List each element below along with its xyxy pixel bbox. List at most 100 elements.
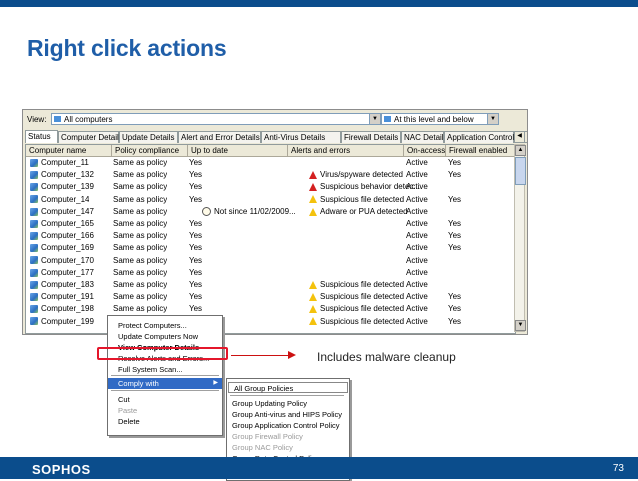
cell-firewall: Yes	[448, 194, 461, 206]
cut-item[interactable]: Cut	[108, 394, 222, 405]
column-header-computer-name[interactable]: Computer name	[26, 145, 112, 156]
cell-text: Yes	[448, 170, 462, 180]
cell-text: Active	[406, 170, 428, 180]
tab-application-control[interactable]: Application Control	[444, 131, 514, 143]
tab-nac-details[interactable]: NAC Details	[401, 131, 448, 143]
delete-item[interactable]: Delete	[108, 416, 222, 427]
cell-text: Same as policy	[113, 158, 168, 167]
cell-uptodate: Yes	[189, 218, 202, 230]
cell-text: Yes	[189, 219, 203, 228]
column-header-on-access[interactable]: On-access	[404, 145, 446, 156]
cell-onaccess: Active	[406, 316, 428, 328]
table-row[interactable]: Computer_191 Same as policy Yes Suspicious …	[26, 291, 515, 303]
submenu-item-group-firewall-policy[interactable]: Group Firewall Policy	[227, 431, 349, 442]
cell-text: Suspicious file detected	[320, 194, 405, 204]
cell-alert: Suspicious file detected	[309, 303, 404, 315]
table-row[interactable]: Computer_165 Same as policy Yes Active Yes	[26, 218, 515, 230]
column-header-firewall-enabled[interactable]: Firewall enabled	[446, 145, 515, 156]
table-row[interactable]: Computer_183 Same as policy Yes Suspicious …	[26, 279, 515, 291]
cell-policy: Same as policy	[113, 242, 167, 254]
cell-text: Active	[406, 267, 428, 277]
scroll-down-icon[interactable]: ▼	[515, 320, 526, 331]
computer-list: Computer name Policy compliance Up to date…	[25, 144, 516, 334]
cell-text: Yes	[189, 280, 203, 289]
menu-separator	[230, 395, 344, 396]
warning-icon	[309, 207, 317, 216]
sophos-logo: SOPHOS	[32, 462, 91, 477]
table-row[interactable]: Computer_139 Same as policy Yes Suspicious …	[26, 181, 515, 193]
view-combobox[interactable]: All computers ▼	[51, 113, 381, 125]
cell-text: Same as policy	[113, 231, 168, 241]
cell-text: Active	[406, 182, 428, 192]
tab-update-details[interactable]: Update Details	[119, 131, 178, 143]
cell-alert: Virus/spyware detected	[309, 169, 403, 181]
cell-uptodate: Yes	[189, 169, 202, 181]
table-row[interactable]: Computer_199Same as policyYesSuspicious …	[26, 316, 515, 328]
cell-policy: Same as policy	[113, 157, 167, 169]
scroll-thumb[interactable]	[515, 157, 526, 185]
scope-combobox[interactable]: At this level and below ▼	[381, 113, 499, 125]
warning-icon	[309, 195, 317, 204]
cell-policy: Same as policy	[113, 194, 167, 206]
column-header-alerts-and-errors[interactable]: Alerts and errors	[288, 145, 404, 156]
cell-name: Computer_11	[30, 157, 89, 169]
cell-text: Computer_191	[41, 292, 94, 302]
chevron-down-icon[interactable]: ▼	[487, 114, 498, 124]
computer-icon	[30, 232, 38, 241]
paste-item[interactable]: Paste	[108, 405, 222, 416]
cell-onaccess: Active	[406, 194, 428, 206]
tab-alert-and-error-details[interactable]: Alert and Error Details	[178, 131, 261, 143]
cell-firewall: Yes	[448, 242, 461, 254]
submenu-arrow-icon: ▶	[213, 380, 218, 386]
cell-onaccess: Active	[406, 279, 428, 291]
cell-text: Same as policy	[113, 255, 168, 265]
chevron-down-icon[interactable]: ▼	[369, 114, 380, 124]
vertical-scrollbar[interactable]: ▲ ▼	[514, 144, 526, 332]
cell-firewall: Yes	[448, 316, 461, 328]
detail-tabs: Status Computer Details Update Details Aler…	[25, 130, 527, 144]
table-row[interactable]: Computer_169 Same as policy Yes Active Yes	[26, 242, 515, 254]
submenu-item-group-updating-policy[interactable]: Group Updating Policy	[227, 398, 349, 409]
cell-text: Computer_14	[41, 194, 90, 204]
cell-policy: Same as policy	[113, 267, 167, 279]
cell-text: Same as policy	[113, 194, 168, 204]
table-row[interactable]: Computer_132 Same as policy Yes Virus/spywa…	[26, 169, 515, 181]
page-number: 73	[612, 463, 624, 474]
cell-uptodate: Yes	[189, 255, 202, 267]
submenu-item-all-group-policies[interactable]: All Group Policies	[228, 382, 348, 393]
column-header-up-to-date[interactable]: Up to date	[188, 145, 288, 156]
tab-scroll-right-icon[interactable]: ▶	[524, 131, 527, 143]
tab-computer-details[interactable]: Computer Details	[58, 131, 123, 143]
cell-text: Active	[406, 158, 428, 167]
callout-annotation: Includes malware cleanup	[317, 350, 456, 364]
comply-with-item[interactable]: Comply with ▶	[108, 378, 222, 389]
table-row[interactable]: Computer_14 Same as policy Yes Suspicious f…	[26, 194, 515, 206]
full-system-scan-item[interactable]: Full System Scan...	[108, 364, 222, 375]
cell-onaccess: Active	[406, 206, 428, 218]
table-row[interactable]: Computer_166 Same as policy Yes Active Yes	[26, 230, 515, 242]
cell-onaccess: Active	[406, 255, 428, 267]
cell-name: Computer_132	[30, 169, 94, 181]
protect-computers-item[interactable]: Protect Computers...	[108, 320, 222, 331]
cell-onaccess: Active	[406, 242, 428, 254]
cell-policy: Same as policy	[113, 303, 167, 315]
table-row[interactable]: Computer_177 Same as policy Yes Active	[26, 267, 515, 279]
table-row[interactable]: Computer_147 Same as policy Not since 11/0…	[26, 206, 515, 218]
tab-firewall-details[interactable]: Firewall Details	[341, 131, 401, 143]
submenu-item-group-anti-virus-and-hips-policy[interactable]: Group Anti-virus and HIPS Policy	[227, 409, 349, 420]
column-header-policy-compliance[interactable]: Policy compliance	[112, 145, 188, 156]
tab-status[interactable]: Status	[25, 130, 58, 143]
scroll-up-icon[interactable]: ▲	[515, 145, 526, 156]
update-computers-now-item[interactable]: Update Computers Now	[108, 331, 222, 342]
table-row[interactable]: Computer_198 Same as policy Yes Suspicious …	[26, 303, 515, 315]
cell-uptodate: Yes	[189, 303, 202, 315]
submenu-item-group-application-control-policy[interactable]: Group Application Control Policy	[227, 420, 349, 431]
cell-text: Active	[406, 304, 428, 314]
cell-text: Computer_199	[41, 316, 94, 326]
table-row[interactable]: Computer_11 Same as policy Yes Active Yes	[26, 157, 515, 169]
tab-anti-virus-details[interactable]: Anti-Virus Details	[261, 131, 341, 143]
clock-icon	[202, 207, 211, 217]
table-row[interactable]: Computer_170 Same as policy Yes Active	[26, 255, 515, 267]
submenu-item-group-nac-policy[interactable]: Group NAC Policy	[227, 442, 349, 453]
cell-text: Active	[406, 219, 428, 228]
